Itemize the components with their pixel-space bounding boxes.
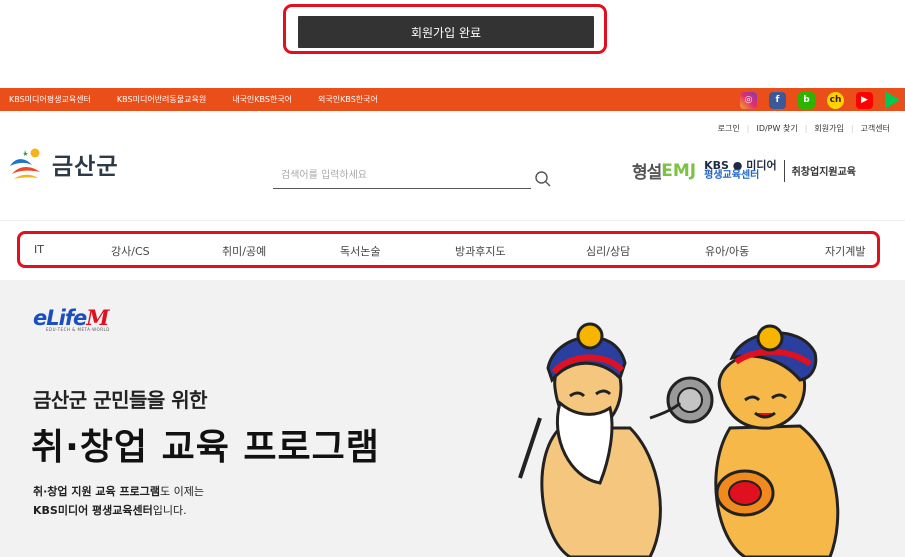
youtube-icon[interactable]: ▶ [856, 91, 873, 109]
elife-subtitle: EDU-TECH & META-WORLD [46, 327, 110, 332]
highlight-frame: 회원가입 완료 [283, 4, 607, 54]
blog-icon[interactable]: b [798, 91, 815, 109]
search-input[interactable] [273, 163, 531, 188]
kbs-logo-line2: 평생교육센터 [704, 170, 760, 181]
sns-icons: ◎ f b ch ▶ [740, 91, 900, 109]
center-name: 취창업지원교육 [791, 167, 856, 178]
header-divider [0, 220, 905, 221]
facebook-icon[interactable]: f [769, 91, 786, 109]
category-nav: IT 강사/CS 취미/공예 독서논술 방과후지도 심리/상담 유아/아동 자기… [17, 231, 880, 268]
logo-text: 금산군 [52, 154, 119, 180]
kbs-media-logo: KBS ● 미디어 평생교육센터 [704, 160, 776, 181]
desc-rest-2: 입니다. [152, 504, 187, 517]
desc-bold-1: 취·창업 지원 교육 프로그램 [33, 485, 160, 498]
category-it[interactable]: IT [34, 243, 44, 256]
instagram-icon[interactable]: ◎ [740, 91, 757, 109]
category-infant-child[interactable]: 유아/아동 [705, 243, 749, 259]
banner-heading: 취·창업 교육 프로그램 [31, 427, 380, 468]
banner-subheading: 금산군 군민들을 위한 [33, 388, 208, 412]
elifem-logo: eLifeM EDU-TECH & META-WORLD [33, 305, 110, 332]
partner-logos: 형설 EMJ KBS ● 미디어 평생교육센터 취창업지원교육 [632, 158, 856, 183]
category-reading-essay[interactable]: 독서논술 [340, 243, 380, 259]
topbar-link-lifelong[interactable]: KBS미디어평생교육센터 [9, 94, 91, 105]
hyungseol-logo: 형설 [632, 163, 662, 183]
topbar-link-korean-native[interactable]: 내국인KBS한국어 [232, 94, 292, 105]
banner-description: 취·창업 지원 교육 프로그램도 이제는 KBS미디어 평생교육센터입니다. [33, 482, 204, 520]
desc-rest-1: 도 이제는 [160, 485, 204, 498]
desc-bold-2: KBS미디어 평생교육센터 [33, 504, 153, 517]
emj-logo: EMJ [661, 160, 697, 181]
top-bar: KBS미디어평생교육센터 KBS미디어반려동물교육원 내국인KBS한국어 외국인… [0, 88, 905, 111]
category-afterschool[interactable]: 방과후지도 [455, 243, 506, 259]
signup-link[interactable]: 회원가입 [807, 123, 850, 134]
ginseng-mascot-illustration [518, 322, 840, 557]
search-box [273, 163, 531, 189]
category-hobby-craft[interactable]: 취미/공예 [222, 243, 266, 259]
find-id-pw-link[interactable]: ID/PW 찾기 [749, 123, 804, 134]
category-psychology[interactable]: 심리/상담 [586, 243, 630, 259]
signup-complete-button[interactable]: 회원가입 완료 [298, 16, 594, 48]
category-instructor-cs[interactable]: 강사/CS [111, 243, 150, 259]
topbar-link-korean-foreign[interactable]: 외국인KBS한국어 [318, 94, 378, 105]
divider [783, 159, 785, 182]
kakao-channel-icon[interactable]: ch [827, 91, 844, 109]
page: 회원가입 완료 KBS미디어평생교육센터 KBS미디어반려동물교육원 내국인KB… [0, 0, 905, 557]
site-logo[interactable]: 금산군 [8, 146, 118, 182]
login-link[interactable]: 로그인 [711, 123, 747, 134]
play-store-icon[interactable] [885, 91, 900, 109]
topbar-link-pet[interactable]: KBS미디어반려동물교육원 [117, 94, 206, 105]
geumsan-logo-icon [10, 148, 40, 179]
utility-links: 로그인 | ID/PW 찾기 | 회원가입 | 고객센터 [711, 123, 897, 134]
customer-center-link[interactable]: 고객센터 [854, 123, 897, 134]
category-self-development[interactable]: 자기계발 [825, 243, 865, 259]
search-icon[interactable] [534, 170, 552, 188]
